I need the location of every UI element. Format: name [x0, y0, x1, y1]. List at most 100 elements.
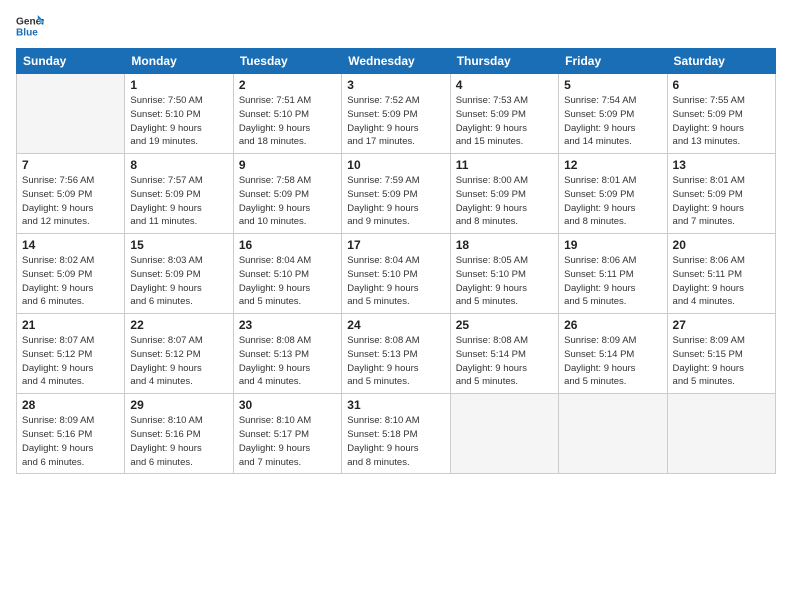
logo-icon: General Blue: [16, 12, 44, 40]
day-info: Sunrise: 7:51 AMSunset: 5:10 PMDaylight:…: [239, 94, 336, 149]
calendar-cell: 26 Sunrise: 8:09 AMSunset: 5:14 PMDayligh…: [559, 314, 667, 394]
day-info: Sunrise: 8:10 AMSunset: 5:17 PMDaylight:…: [239, 414, 336, 469]
calendar-cell: 17 Sunrise: 8:04 AMSunset: 5:10 PMDayligh…: [342, 234, 450, 314]
day-number: 10: [347, 158, 444, 172]
header: General Blue: [16, 12, 776, 40]
day-number: 17: [347, 238, 444, 252]
calendar-cell: 6Sunrise: 7:55 AMSunset: 5:09 PMDaylight…: [667, 74, 775, 154]
day-number: 5: [564, 78, 661, 92]
day-info: Sunrise: 7:52 AMSunset: 5:09 PMDaylight:…: [347, 94, 444, 149]
day-number: 27: [673, 318, 770, 332]
calendar-cell: 29 Sunrise: 8:10 AMSunset: 5:16 PMDayligh…: [125, 394, 233, 474]
calendar-cell: 11Sunrise: 8:00 AMSunset: 5:09 PMDayligh…: [450, 154, 558, 234]
day-info: Sunrise: 8:04 AMSunset: 5:10 PMDaylight:…: [347, 254, 444, 309]
day-info: Sunrise: 8:04 AMSunset: 5:10 PMDaylight:…: [239, 254, 336, 309]
weekday-header-row: SundayMondayTuesdayWednesdayThursdayFrid…: [17, 49, 776, 74]
day-info: Sunrise: 8:10 AMSunset: 5:18 PMDaylight:…: [347, 414, 444, 469]
day-number: 28: [22, 398, 119, 412]
day-info: Sunrise: 8:08 AMSunset: 5:13 PMDaylight:…: [239, 334, 336, 389]
calendar-cell: 9 Sunrise: 7:58 AMSunset: 5:09 PMDaylight…: [233, 154, 341, 234]
day-info: Sunrise: 8:06 AMSunset: 5:11 PMDaylight:…: [564, 254, 661, 309]
day-number: 2: [239, 78, 336, 92]
day-info: Sunrise: 8:10 AMSunset: 5:16 PMDaylight:…: [130, 414, 227, 469]
week-row-3: 21 Sunrise: 8:07 AMSunset: 5:12 PMDayligh…: [17, 314, 776, 394]
weekday-header-wednesday: Wednesday: [342, 49, 450, 74]
day-info: Sunrise: 8:07 AMSunset: 5:12 PMDaylight:…: [22, 334, 119, 389]
svg-text:Blue: Blue: [16, 27, 38, 38]
day-number: 8: [130, 158, 227, 172]
day-number: 30: [239, 398, 336, 412]
calendar-cell: 16Sunrise: 8:04 AMSunset: 5:10 PMDayligh…: [233, 234, 341, 314]
calendar-cell: 27 Sunrise: 8:09 AMSunset: 5:15 PMDayligh…: [667, 314, 775, 394]
calendar-cell: 24 Sunrise: 8:08 AMSunset: 5:13 PMDayligh…: [342, 314, 450, 394]
day-info: Sunrise: 8:00 AMSunset: 5:09 PMDaylight:…: [456, 174, 553, 229]
day-info: Sunrise: 8:09 AMSunset: 5:14 PMDaylight:…: [564, 334, 661, 389]
calendar-cell: 21 Sunrise: 8:07 AMSunset: 5:12 PMDayligh…: [17, 314, 125, 394]
day-info: Sunrise: 7:58 AMSunset: 5:09 PMDaylight:…: [239, 174, 336, 229]
day-info: Sunrise: 8:05 AMSunset: 5:10 PMDaylight:…: [456, 254, 553, 309]
day-info: Sunrise: 8:09 AMSunset: 5:15 PMDaylight:…: [673, 334, 770, 389]
day-number: 18: [456, 238, 553, 252]
calendar-cell: 14 Sunrise: 8:02 AMSunset: 5:09 PMDayligh…: [17, 234, 125, 314]
day-number: 24: [347, 318, 444, 332]
day-number: 23: [239, 318, 336, 332]
day-number: 4: [456, 78, 553, 92]
week-row-0: 1Sunrise: 7:50 AMSunset: 5:10 PMDaylight…: [17, 74, 776, 154]
day-number: 14: [22, 238, 119, 252]
day-number: 7: [22, 158, 119, 172]
weekday-header-saturday: Saturday: [667, 49, 775, 74]
calendar-cell: [450, 394, 558, 474]
calendar-cell: 2 Sunrise: 7:51 AMSunset: 5:10 PMDaylight…: [233, 74, 341, 154]
calendar-cell: 10 Sunrise: 7:59 AMSunset: 5:09 PMDayligh…: [342, 154, 450, 234]
weekday-header-sunday: Sunday: [17, 49, 125, 74]
weekday-header-monday: Monday: [125, 49, 233, 74]
calendar-cell: [17, 74, 125, 154]
day-number: 12: [564, 158, 661, 172]
calendar-cell: 18 Sunrise: 8:05 AMSunset: 5:10 PMDayligh…: [450, 234, 558, 314]
calendar-cell: 5Sunrise: 7:54 AMSunset: 5:09 PMDaylight…: [559, 74, 667, 154]
day-number: 6: [673, 78, 770, 92]
day-number: 3: [347, 78, 444, 92]
week-row-4: 28 Sunrise: 8:09 AMSunset: 5:16 PMDayligh…: [17, 394, 776, 474]
calendar-cell: 13Sunrise: 8:01 AMSunset: 5:09 PMDayligh…: [667, 154, 775, 234]
day-info: Sunrise: 8:08 AMSunset: 5:14 PMDaylight:…: [456, 334, 553, 389]
calendar-cell: 19 Sunrise: 8:06 AMSunset: 5:11 PMDayligh…: [559, 234, 667, 314]
day-number: 26: [564, 318, 661, 332]
week-row-1: 7Sunrise: 7:56 AMSunset: 5:09 PMDaylight…: [17, 154, 776, 234]
day-number: 9: [239, 158, 336, 172]
calendar-cell: 15 Sunrise: 8:03 AMSunset: 5:09 PMDayligh…: [125, 234, 233, 314]
day-number: 19: [564, 238, 661, 252]
calendar-cell: [559, 394, 667, 474]
calendar-cell: 25 Sunrise: 8:08 AMSunset: 5:14 PMDayligh…: [450, 314, 558, 394]
weekday-header-thursday: Thursday: [450, 49, 558, 74]
page: General Blue SundayMondayTuesdayWednesda…: [0, 0, 792, 612]
calendar-cell: 28 Sunrise: 8:09 AMSunset: 5:16 PMDayligh…: [17, 394, 125, 474]
calendar-cell: 4 Sunrise: 7:53 AMSunset: 5:09 PMDaylight…: [450, 74, 558, 154]
day-info: Sunrise: 8:07 AMSunset: 5:12 PMDaylight:…: [130, 334, 227, 389]
calendar-cell: 1Sunrise: 7:50 AMSunset: 5:10 PMDaylight…: [125, 74, 233, 154]
calendar-cell: 3 Sunrise: 7:52 AMSunset: 5:09 PMDaylight…: [342, 74, 450, 154]
calendar-cell: 31 Sunrise: 8:10 AMSunset: 5:18 PMDayligh…: [342, 394, 450, 474]
day-number: 15: [130, 238, 227, 252]
day-info: Sunrise: 8:08 AMSunset: 5:13 PMDaylight:…: [347, 334, 444, 389]
week-row-2: 14 Sunrise: 8:02 AMSunset: 5:09 PMDayligh…: [17, 234, 776, 314]
calendar-cell: 22 Sunrise: 8:07 AMSunset: 5:12 PMDayligh…: [125, 314, 233, 394]
calendar-cell: 23 Sunrise: 8:08 AMSunset: 5:13 PMDayligh…: [233, 314, 341, 394]
day-info: Sunrise: 8:09 AMSunset: 5:16 PMDaylight:…: [22, 414, 119, 469]
day-info: Sunrise: 8:03 AMSunset: 5:09 PMDaylight:…: [130, 254, 227, 309]
day-number: 22: [130, 318, 227, 332]
logo: General Blue: [16, 12, 46, 40]
calendar-cell: 7Sunrise: 7:56 AMSunset: 5:09 PMDaylight…: [17, 154, 125, 234]
day-number: 13: [673, 158, 770, 172]
weekday-header-tuesday: Tuesday: [233, 49, 341, 74]
calendar-cell: [667, 394, 775, 474]
day-number: 31: [347, 398, 444, 412]
calendar-cell: 20Sunrise: 8:06 AMSunset: 5:11 PMDayligh…: [667, 234, 775, 314]
day-number: 25: [456, 318, 553, 332]
day-number: 29: [130, 398, 227, 412]
day-info: Sunrise: 7:59 AMSunset: 5:09 PMDaylight:…: [347, 174, 444, 229]
day-info: Sunrise: 7:53 AMSunset: 5:09 PMDaylight:…: [456, 94, 553, 149]
day-info: Sunrise: 8:02 AMSunset: 5:09 PMDaylight:…: [22, 254, 119, 309]
day-info: Sunrise: 8:06 AMSunset: 5:11 PMDaylight:…: [673, 254, 770, 309]
day-number: 21: [22, 318, 119, 332]
